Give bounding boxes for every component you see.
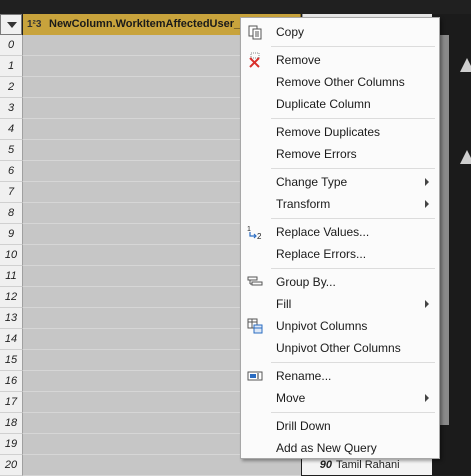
menu-item-label: Unpivot Other Columns [276,341,401,355]
menu-separator [271,268,435,269]
submenu-arrow-icon [425,200,429,208]
row-number[interactable]: 13 [0,308,23,329]
menu-item-fill[interactable]: Fill [241,293,439,315]
menu-item-label: Transform [276,197,331,211]
row-number[interactable]: 10 [0,245,23,266]
row-number[interactable]: 12 [0,287,23,308]
row-number[interactable]: 8 [0,203,23,224]
menu-item-label: Add as New Query [276,441,377,455]
column-context-menu: Copy Remove Remove Other Columns Duplicate … [240,17,440,459]
menu-item-label: Remove Duplicates [276,125,381,139]
submenu-arrow-icon [425,394,429,402]
row-number[interactable]: 4 [0,119,23,140]
menu-item-transform[interactable]: Transform [241,193,439,215]
menu-separator [271,362,435,363]
row-number[interactable]: 15 [0,350,23,371]
row-number[interactable]: 14 [0,329,23,350]
row-number[interactable]: 5 [0,140,23,161]
menu-item-label: Drill Down [276,419,331,433]
menu-item-label: Remove Other Columns [276,75,405,89]
table-menu-button[interactable] [0,14,22,35]
menu-item-duplicate-column[interactable]: Duplicate Column [241,93,439,115]
remove-icon [247,52,263,68]
row-number[interactable]: 6 [0,161,23,182]
row-number[interactable]: 2 [0,77,23,98]
collapse-arrow-icon-2[interactable] [460,150,471,164]
svg-text:1: 1 [247,226,251,233]
top-bar [0,0,471,14]
row-number[interactable]: 18 [0,413,23,434]
menu-item-label: Remove [276,53,321,67]
menu-item-label: Replace Values... [276,225,370,239]
menu-item-remove-duplicates[interactable]: Remove Duplicates [241,121,439,143]
menu-item-rename[interactable]: Rename... [241,365,439,387]
menu-item-replace-errors[interactable]: Replace Errors... [241,243,439,265]
group-by-icon [247,274,263,290]
row-number[interactable]: 19 [0,434,23,455]
menu-item-remove-other-columns[interactable]: Remove Other Columns [241,71,439,93]
menu-item-label: Copy [276,25,305,39]
vertical-scrollbar[interactable] [439,35,449,425]
menu-item-remove[interactable]: Remove [241,49,439,71]
menu-item-unpivot-other-columns[interactable]: Unpivot Other Columns [241,337,439,359]
menu-item-drill-down[interactable]: Drill Down [241,415,439,437]
whole-number-type-icon[interactable]: 1²3 [27,14,41,35]
copy-icon [247,24,263,40]
menu-item-label: Unpivot Columns [276,319,368,333]
row-number[interactable]: 7 [0,182,23,203]
menu-item-label: Change Type [276,175,348,189]
menu-item-unpivot-columns[interactable]: Unpivot Columns [241,315,439,337]
row-number[interactable]: 0 [0,35,23,56]
unpivot-icon [247,318,263,334]
menu-separator [271,118,435,119]
menu-item-label: Replace Errors... [276,247,367,261]
rename-icon [247,368,263,384]
menu-item-label: Remove Errors [276,147,357,161]
submenu-arrow-icon [425,300,429,308]
submenu-arrow-icon [425,178,429,186]
row-number-column: 0 1 2 3 4 5 6 7 8 9 10 11 12 13 14 15 16 17 18 19 20 [0,35,23,476]
row-number[interactable]: 9 [0,224,23,245]
menu-item-replace-values[interactable]: 1 2 Replace Values... [241,221,439,243]
row-number[interactable]: 3 [0,98,23,119]
menu-item-group-by[interactable]: Group By... [241,271,439,293]
menu-item-label: Duplicate Column [276,97,371,111]
menu-item-label: Move [276,391,306,405]
row-number[interactable]: 20 [0,455,23,476]
column-header-name: NewColumn.WorkItemAffectedUser_U [49,18,249,30]
collapse-arrow-icon[interactable] [460,58,471,72]
menu-item-label: Rename... [276,369,332,383]
menu-separator [271,412,435,413]
menu-item-copy[interactable]: Copy [241,21,439,43]
menu-item-change-type[interactable]: Change Type [241,171,439,193]
menu-item-move[interactable]: Move [241,387,439,409]
menu-item-label: Fill [276,297,292,311]
replace-values-icon: 12 [247,224,263,241]
menu-item-label: Group By... [276,275,336,289]
menu-separator [271,46,435,47]
row-number[interactable]: 16 [0,371,23,392]
chevron-down-icon [7,22,17,28]
row-number[interactable]: 1 [0,56,23,77]
svg-text:2: 2 [257,232,262,240]
menu-separator [271,218,435,219]
row-number[interactable]: 11 [0,266,23,287]
menu-item-add-as-new-query[interactable]: Add as New Query [241,437,439,459]
menu-item-remove-errors[interactable]: Remove Errors [241,143,439,165]
row-number[interactable]: 17 [0,392,23,413]
menu-separator [271,168,435,169]
